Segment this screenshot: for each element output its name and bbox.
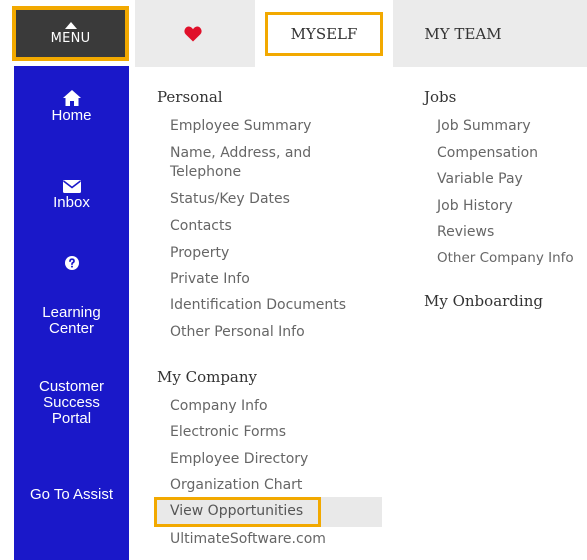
sidebar-item-label-line: Customer xyxy=(38,378,105,395)
section-title-my-company: My Company xyxy=(157,368,258,386)
home-icon xyxy=(62,90,81,106)
link-variable-pay[interactable]: Variable Pay xyxy=(437,171,523,188)
link-employee-summary[interactable]: Employee Summary xyxy=(170,118,311,135)
question-circle-icon xyxy=(64,256,79,270)
menu-button[interactable]: MENU xyxy=(12,6,129,61)
sidebar-item-label: Go To Assist xyxy=(29,486,114,503)
menu-label: MENU xyxy=(50,30,91,46)
link-ultimatesoftware[interactable]: UltimateSoftware.com xyxy=(170,531,326,548)
myself-menu-content: Personal Employee Summary Name, Address,… xyxy=(135,67,587,560)
sidebar-item-label-line: Learning xyxy=(42,304,101,321)
link-organization-chart[interactable]: Organization Chart xyxy=(170,477,302,494)
link-other-company-info[interactable]: Other Company Info xyxy=(437,250,574,267)
sidebar-item-label: Home xyxy=(51,107,92,124)
sidebar-item-inbox[interactable]: Inbox xyxy=(14,180,129,211)
link-identification-documents[interactable]: Identification Documents xyxy=(170,297,346,314)
sidebar-item-label-line: Success xyxy=(43,394,100,411)
section-title-personal: Personal xyxy=(157,88,223,106)
heart-icon xyxy=(183,26,202,41)
link-electronic-forms[interactable]: Electronic Forms xyxy=(170,424,286,441)
sidebar-item-label-line: Portal xyxy=(51,410,92,427)
sidebar-item-customer-success-portal[interactable]: Customer Success Portal xyxy=(14,379,129,427)
link-private-info[interactable]: Private Info xyxy=(170,271,250,288)
tab-my-team[interactable]: MY TEAM xyxy=(393,0,533,67)
link-view-opportunities[interactable]: View Opportunities xyxy=(170,503,303,520)
link-status-key-dates[interactable]: Status/Key Dates xyxy=(170,191,290,208)
link-reviews[interactable]: Reviews xyxy=(437,224,494,241)
link-employee-directory[interactable]: Employee Directory xyxy=(170,451,308,468)
link-name-address-telephone-cont[interactable]: Telephone xyxy=(170,164,241,181)
tab-myself-highlight: MYSELF xyxy=(265,11,383,56)
link-other-personal-info[interactable]: Other Personal Info xyxy=(170,324,305,341)
top-tab-bar: MYSELF MY TEAM xyxy=(135,0,587,67)
section-title-my-onboarding[interactable]: My Onboarding xyxy=(424,292,543,310)
sidebar-item-help[interactable] xyxy=(14,256,129,272)
tab-favorites[interactable] xyxy=(135,0,250,67)
sidebar-item-home[interactable]: Home xyxy=(14,90,129,124)
section-title-jobs: Jobs xyxy=(424,88,457,106)
caret-up-icon xyxy=(64,21,77,29)
sidebar: MENU Home Inbox Learning Center Customer… xyxy=(0,0,135,560)
sidebar-item-label: Inbox xyxy=(53,194,90,211)
link-job-summary[interactable]: Job Summary xyxy=(437,118,531,135)
sidebar-item-go-to-assist[interactable]: Go To Assist xyxy=(14,487,129,503)
sidebar-item-learning-center[interactable]: Learning Center xyxy=(14,305,129,337)
link-job-history[interactable]: Job History xyxy=(437,198,513,215)
sidebar-nav: Home Inbox Learning Center Customer Succ… xyxy=(14,66,129,560)
tab-myself[interactable]: MYSELF xyxy=(255,0,393,67)
link-name-address-telephone[interactable]: Name, Address, and xyxy=(170,145,311,162)
link-compensation[interactable]: Compensation xyxy=(437,145,538,162)
sidebar-item-label-line: Center xyxy=(48,320,95,337)
tab-label: MYSELF xyxy=(290,24,358,43)
link-company-info[interactable]: Company Info xyxy=(170,398,268,415)
link-property[interactable]: Property xyxy=(170,245,229,262)
link-contacts[interactable]: Contacts xyxy=(170,218,232,235)
envelope-icon xyxy=(62,180,81,193)
tab-label: MY TEAM xyxy=(424,24,502,43)
